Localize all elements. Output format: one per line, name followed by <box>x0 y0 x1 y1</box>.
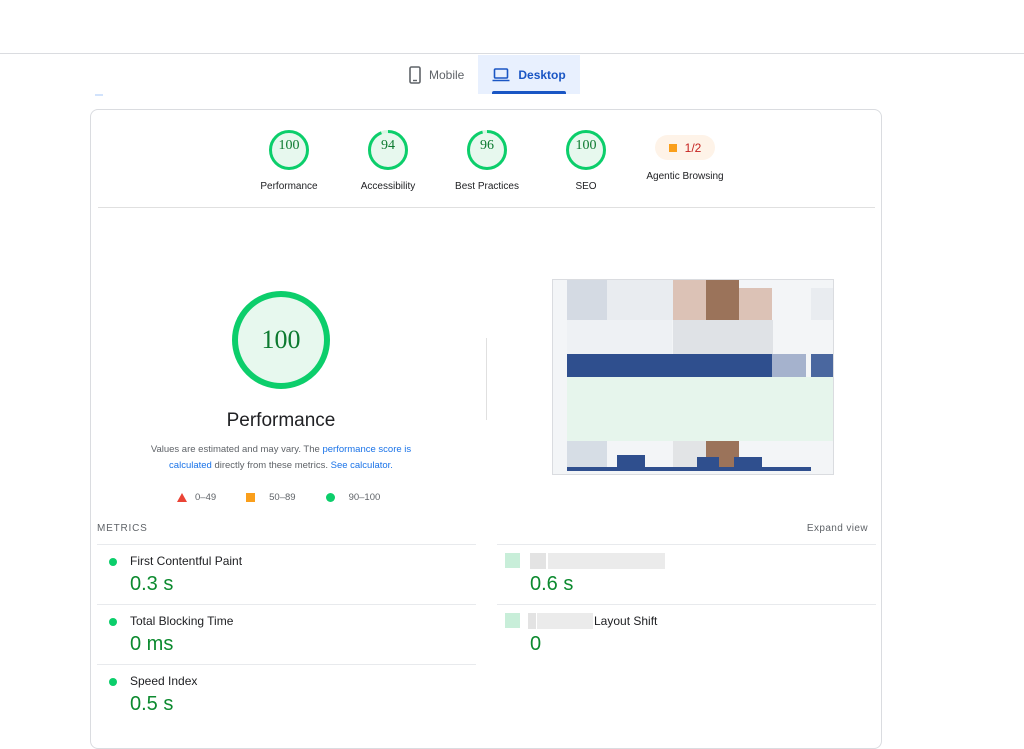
divider <box>98 207 875 208</box>
agentic-score: 1/2 <box>684 140 702 155</box>
gauge-score: 94 <box>381 138 395 153</box>
legend-fail-label: 0–49 <box>195 492 217 503</box>
category-gauges: 100 Performance 94 Accessibility 96 Best… <box>91 128 881 208</box>
decorative-bar <box>95 94 103 96</box>
pass-dot-icon <box>109 678 117 686</box>
tab-desktop[interactable]: Desktop <box>478 55 580 94</box>
desc-text-2: directly from these metrics. <box>211 460 331 471</box>
gauge-score: 100 <box>278 138 300 153</box>
device-tabs: Mobile Desktop <box>395 55 580 94</box>
metric-name: Layout Shift <box>594 614 658 628</box>
metric-speed-index: Speed Index 0.5 s <box>97 664 476 724</box>
see-calculator-link[interactable]: See calculator. <box>331 460 393 471</box>
performance-gauge: 100 <box>231 290 331 390</box>
legend-average: 50–89 <box>246 492 296 503</box>
metric-value: 0.6 s <box>530 573 574 595</box>
gauge-best-practices[interactable]: 96 Best Practices <box>432 128 542 192</box>
metric-first-contentful-paint: First Contentful Paint 0.3 s <box>97 544 476 604</box>
tab-desktop-label: Desktop <box>518 67 566 82</box>
gauge-label: SEO <box>575 181 597 192</box>
laptop-icon <box>492 67 510 81</box>
gauge-score: 96 <box>480 138 494 153</box>
metric-value: 0.5 s <box>130 693 174 715</box>
gauge-label: Agentic Browsing <box>646 171 724 182</box>
gauge-label: Performance <box>260 181 318 192</box>
redacted-block <box>548 553 665 569</box>
phone-icon <box>409 65 421 84</box>
triangle-icon <box>177 493 187 502</box>
gauge-label: Accessibility <box>360 181 416 192</box>
metric-value: 0 ms <box>130 633 174 655</box>
metric-largest-contentful-paint: 0.6 s <box>497 544 876 604</box>
legend-average-label: 50–89 <box>269 492 296 503</box>
metrics-heading: METRICS <box>97 523 148 534</box>
expand-view-button[interactable]: Expand view <box>807 523 868 534</box>
pass-dot-icon <box>109 558 117 566</box>
square-icon <box>246 493 256 502</box>
circle-icon <box>325 493 335 502</box>
pass-square-icon <box>505 553 520 568</box>
pass-square-icon <box>505 613 520 628</box>
pass-dot-icon <box>109 618 117 626</box>
performance-title: Performance <box>226 410 336 431</box>
top-bar <box>0 0 1024 54</box>
report-card: 100 Performance 94 Accessibility 96 Best… <box>90 109 882 749</box>
performance-description: Values are estimated and may vary. The p… <box>131 442 431 474</box>
gauge-accessibility[interactable]: 94 Accessibility <box>333 128 443 192</box>
metric-name: First Contentful Paint <box>130 554 243 568</box>
gauge-seo[interactable]: 100 SEO <box>531 128 641 192</box>
agentic-pill: 1/2 <box>655 135 715 160</box>
page-screenshot-thumbnail <box>552 279 834 475</box>
redacted-block <box>528 613 536 629</box>
tab-mobile-label: Mobile <box>429 67 465 82</box>
gauge-label: Best Practices <box>455 181 519 192</box>
tab-mobile[interactable]: Mobile <box>395 55 478 94</box>
legend-pass-label: 90–100 <box>348 492 381 503</box>
metric-total-blocking-time: Total Blocking Time 0 ms <box>97 604 476 664</box>
metric-value: 0 <box>530 633 542 655</box>
metric-layout-shift: Layout Shift 0 <box>497 604 876 664</box>
performance-score: 100 <box>261 325 301 354</box>
redacted-block <box>537 613 593 629</box>
metric-name: Total Blocking Time <box>130 614 234 628</box>
metric-value: 0.3 s <box>130 573 174 595</box>
gauge-performance[interactable]: 100 Performance <box>234 128 344 192</box>
gauge-score: 100 <box>575 138 597 153</box>
redacted-block <box>530 553 546 569</box>
average-square-icon <box>668 143 677 152</box>
desc-text-1: Values are estimated and may vary. The <box>150 444 323 455</box>
legend-pass: 90–100 <box>325 492 381 503</box>
legend-fail: 0–49 <box>177 492 216 503</box>
vertical-divider <box>486 338 487 420</box>
gauge-agentic-browsing[interactable]: 1/2 Agentic Browsing <box>630 128 740 182</box>
metric-name: Speed Index <box>130 674 198 688</box>
score-legend: 0–49 50–89 90–100 <box>177 492 397 503</box>
